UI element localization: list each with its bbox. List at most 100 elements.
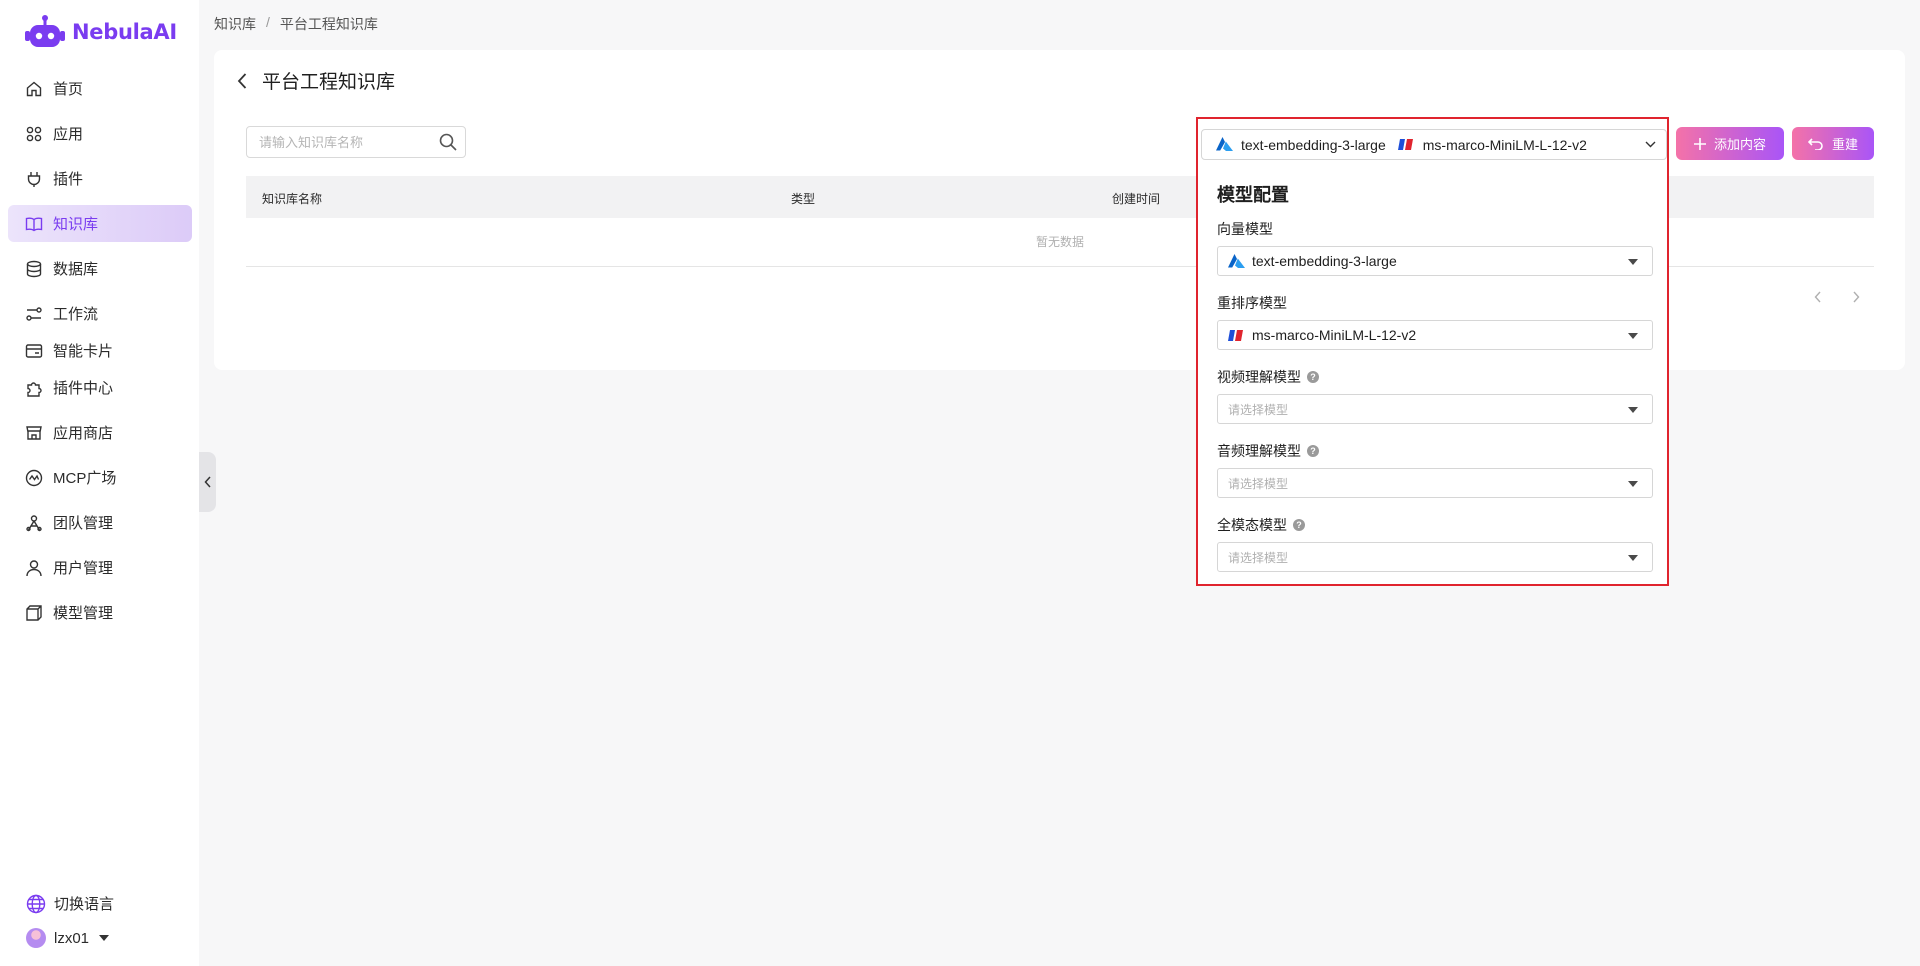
field-label-text: 全模态模型: [1217, 517, 1287, 533]
video-model-select[interactable]: 请选择模型: [1217, 394, 1653, 424]
rebuild-label: 重建: [1831, 137, 1858, 152]
add-content-button[interactable]: 添加内容: [1676, 127, 1784, 160]
column-header-name[interactable]: 知识库名称: [262, 190, 322, 207]
sidebar-item-home[interactable]: 首页: [8, 70, 192, 107]
workflow-icon: [25, 305, 43, 323]
dropdown-arrow-icon: [1628, 259, 1638, 265]
embedding-model-value: text-embedding-3-large: [1252, 253, 1397, 269]
help-icon[interactable]: ?: [1307, 371, 1319, 383]
help-icon[interactable]: ?: [1307, 445, 1319, 457]
page-title: 平台工程知识库: [262, 72, 396, 93]
logo[interactable]: NebulaAI: [24, 14, 177, 50]
chevron-down-icon: [1645, 141, 1656, 148]
sidebar-item-plugins[interactable]: 插件: [8, 160, 192, 197]
embedding-model-label: 向量模型: [1217, 219, 1273, 239]
dropdown-arrow-icon: [1628, 333, 1638, 339]
puzzle-icon: [25, 379, 43, 397]
sidebar-item-knowledge[interactable]: 知识库: [8, 205, 192, 242]
field-label-text: 重排序模型: [1217, 295, 1287, 311]
username: lzx01: [54, 929, 90, 947]
next-page-icon[interactable]: [1852, 290, 1860, 306]
page-header: 平台工程知识库: [236, 67, 395, 94]
sidebar-item-label: 插件中心: [53, 380, 114, 397]
sidebar-item-users[interactable]: 用户管理: [8, 549, 192, 586]
sidebar-item-label: 数据库: [53, 261, 99, 278]
rerank-brand-icon: [1397, 137, 1415, 152]
column-header-created[interactable]: 创建时间: [1112, 190, 1160, 207]
dropdown-arrow-icon: [1628, 481, 1638, 487]
sidebar-item-team[interactable]: 团队管理: [8, 504, 192, 541]
sidebar-item-models[interactable]: 模型管理: [8, 594, 192, 631]
dropdown-arrow-icon: [1628, 555, 1638, 561]
back-icon[interactable]: [236, 72, 248, 90]
field-label-text: 音频理解模型: [1217, 443, 1301, 459]
plug-icon: [25, 170, 43, 188]
rebuild-button[interactable]: 重建: [1792, 127, 1874, 160]
audio-model-placeholder: 请选择模型: [1228, 476, 1289, 491]
embedding-model-select[interactable]: text-embedding-3-large: [1217, 246, 1653, 276]
sidebar-item-smart-card[interactable]: 智能卡片: [8, 332, 192, 369]
team-icon: [25, 514, 43, 532]
sidebar-item-mcp[interactable]: MCP广场: [8, 459, 192, 496]
switch-language-button[interactable]: 切换语言: [26, 893, 114, 914]
search-icon[interactable]: [439, 133, 457, 151]
rerank-model-value: ms-marco-MiniLM-L-12-v2: [1252, 327, 1417, 343]
video-model-placeholder: 请选择模型: [1228, 402, 1289, 417]
sidebar-item-app-store[interactable]: 应用商店: [8, 414, 192, 451]
user-menu[interactable]: lzx01: [26, 928, 110, 948]
home-icon: [25, 80, 43, 98]
trigger-embedding-model: text-embedding-3-large: [1241, 136, 1386, 153]
azure-icon: [1228, 253, 1245, 269]
rerank-brand-icon: [1228, 328, 1245, 343]
undo-icon: [1807, 137, 1823, 150]
breadcrumb-current: 平台工程知识库: [279, 16, 378, 32]
store-icon: [25, 424, 43, 442]
azure-icon: [1216, 137, 1233, 152]
sidebar-item-database[interactable]: 数据库: [8, 250, 192, 287]
breadcrumb-root[interactable]: 知识库: [214, 14, 256, 34]
sidebar: NebulaAI 首页 应用 插件 知识库 数据库 工作流 智能卡片 插件中心 …: [0, 0, 199, 966]
search-box[interactable]: [246, 126, 466, 158]
user-icon: [25, 559, 43, 577]
model-config-title: 模型配置: [1217, 185, 1289, 205]
sidebar-item-label: 工作流: [53, 306, 99, 323]
field-label-text: 视频理解模型: [1217, 369, 1301, 385]
model-config-trigger[interactable]: text-embedding-3-large ms-marco-MiniLM-L…: [1201, 129, 1667, 160]
sidebar-item-label: 智能卡片: [53, 343, 114, 360]
globe-icon: [26, 894, 46, 913]
field-label-text: 向量模型: [1217, 221, 1273, 237]
sidebar-item-label: 应用: [53, 126, 84, 143]
column-header-type[interactable]: 类型: [791, 190, 815, 207]
app-name: NebulaAI: [72, 20, 177, 44]
breadcrumb-separator: /: [266, 14, 270, 30]
sidebar-item-label: 知识库: [53, 216, 99, 233]
sidebar-item-label: 首页: [53, 81, 84, 98]
chevron-left-icon: [203, 476, 211, 488]
sidebar-item-label: 用户管理: [53, 560, 114, 577]
sidebar-collapse-handle[interactable]: [199, 452, 216, 512]
caret-down-icon: [99, 935, 110, 941]
rerank-model-select[interactable]: ms-marco-MiniLM-L-12-v2: [1217, 320, 1653, 350]
search-input[interactable]: [259, 134, 439, 150]
add-content-label: 添加内容: [1713, 137, 1766, 152]
omni-model-select[interactable]: 请选择模型: [1217, 542, 1653, 572]
omni-model-label: 全模态模型 ?: [1217, 515, 1305, 535]
sidebar-item-workflow[interactable]: 工作流: [8, 295, 192, 332]
sidebar-item-label: 应用商店: [53, 425, 114, 442]
sidebar-item-apps[interactable]: 应用: [8, 115, 192, 152]
breadcrumb: 知识库 / 平台工程知识库: [214, 14, 378, 34]
prev-page-icon[interactable]: [1814, 290, 1822, 306]
help-icon[interactable]: ?: [1293, 519, 1305, 531]
video-model-label: 视频理解模型 ?: [1217, 367, 1319, 387]
audio-model-select[interactable]: 请选择模型: [1217, 468, 1653, 498]
book-icon: [25, 215, 43, 233]
sidebar-item-label: 插件: [53, 171, 84, 188]
dropdown-arrow-icon: [1628, 407, 1638, 413]
model-config-popover: text-embedding-3-large ms-marco-MiniLM-L…: [1196, 117, 1669, 586]
sidebar-item-plugin-center[interactable]: 插件中心: [8, 369, 192, 406]
apps-icon: [25, 125, 43, 143]
cube-icon: [25, 604, 43, 622]
robot-logo-icon: [25, 15, 65, 47]
card-icon: [25, 342, 43, 360]
sidebar-item-label: 团队管理: [53, 515, 114, 532]
